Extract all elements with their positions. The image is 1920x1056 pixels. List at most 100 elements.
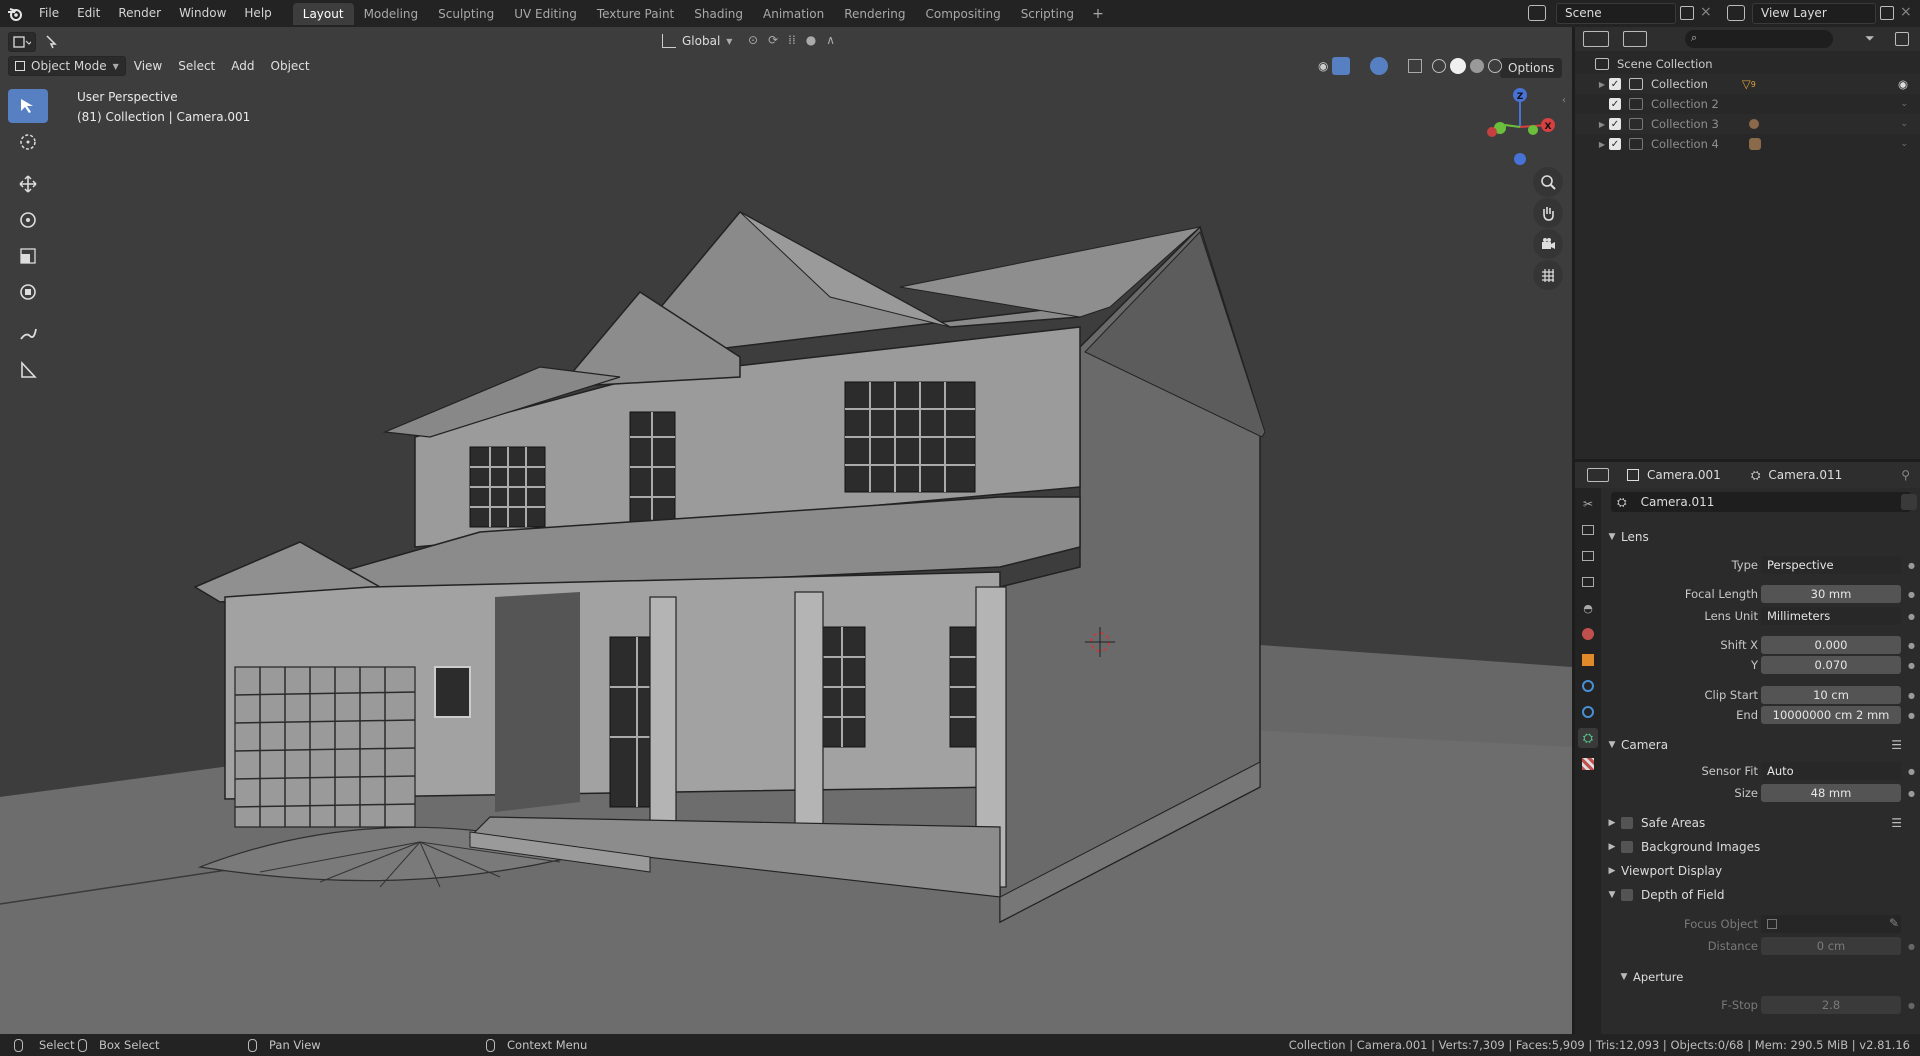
ortho-grid-icon[interactable] <box>1533 260 1563 290</box>
render-tab-icon[interactable] <box>1578 520 1598 540</box>
menu-render[interactable]: Render <box>109 0 170 27</box>
mode-selector[interactable]: Object Mode ▼ <box>8 56 126 76</box>
view-layer-selector[interactable]: View Layer <box>1752 3 1876 24</box>
gizmo-toggle-icon[interactable] <box>1332 57 1351 75</box>
solid-shading-icon[interactable] <box>1450 58 1467 74</box>
visibility-icon[interactable]: ◉ <box>1318 59 1328 73</box>
tab-scripting[interactable]: Scripting <box>1011 3 1084 25</box>
distance-field[interactable]: 0 cm <box>1761 937 1901 955</box>
pivot-snap-tools[interactable]: ⊙ ⟳ ⁞⁞ ● ∧ <box>748 33 835 47</box>
pivot-point-icon[interactable]: ⊙ <box>748 33 758 47</box>
new-collection-icon[interactable] <box>1895 32 1909 46</box>
camera-data-tab-icon[interactable]: ⛭ <box>1578 728 1598 748</box>
pin-icon[interactable]: ⚲ <box>1901 468 1910 482</box>
tab-compositing[interactable]: Compositing <box>915 3 1010 25</box>
outliner-search-input[interactable]: ⌕ <box>1685 30 1833 48</box>
overlay-toggle-icon[interactable] <box>1370 57 1389 75</box>
view-layer-tab-icon[interactable] <box>1578 572 1598 592</box>
falloff-icon[interactable]: ∧ <box>826 33 835 47</box>
presets-list-icon[interactable]: ☰ <box>1891 738 1902 752</box>
keyframe-dot-icon[interactable]: ● <box>1908 641 1915 650</box>
scene-tab-icon[interactable]: ◓ <box>1578 598 1598 618</box>
scene-icon[interactable] <box>1528 5 1546 21</box>
snap-icon[interactable]: ⟳ <box>768 33 778 47</box>
outliner-row[interactable]: ▶ ✓ Collection ▽ 9 ◉ <box>1575 74 1920 94</box>
keyframe-dot-icon[interactable]: ● <box>1908 590 1915 599</box>
sensor-fit-dropdown[interactable]: Auto <box>1761 762 1901 780</box>
focal-length-field[interactable]: 30 mm <box>1761 585 1901 603</box>
material-shading-icon[interactable] <box>1470 59 1485 73</box>
keyframe-dot-icon[interactable]: ● <box>1908 942 1915 951</box>
tab-layout[interactable]: Layout <box>292 2 354 25</box>
scene-collection-row[interactable]: Scene Collection <box>1575 54 1920 74</box>
3d-viewport[interactable]: Global ▼ ⊙ ⟳ ⁞⁞ ● ∧ Options Object Mode … <box>0 27 1572 1034</box>
expand-arrow-icon[interactable]: ▶ <box>1595 80 1609 89</box>
object-tab-icon[interactable] <box>1578 650 1598 670</box>
menu-object[interactable]: Object <box>263 59 318 73</box>
cursor-tool-icon[interactable] <box>42 33 64 51</box>
xray-icon[interactable] <box>1408 59 1423 73</box>
filter-icon[interactable]: ⏷ <box>1865 31 1875 46</box>
modifier-tab-icon[interactable] <box>1578 676 1598 696</box>
properties-editor-icon[interactable] <box>1587 468 1609 482</box>
tab-animation[interactable]: Animation <box>753 3 834 25</box>
move-tool[interactable] <box>8 167 48 201</box>
eye-icon[interactable]: ◉ <box>1898 77 1908 91</box>
add-workspace-button[interactable]: + <box>1084 6 1112 22</box>
menu-view[interactable]: View <box>126 59 170 73</box>
exclude-checkbox[interactable]: ✓ <box>1609 118 1621 130</box>
background-images-section-header[interactable]: ▶ Background Images <box>1603 836 1920 858</box>
measure-tool[interactable] <box>8 353 48 387</box>
editor-type-button[interactable] <box>8 32 36 52</box>
tab-modeling[interactable]: Modeling <box>354 3 429 25</box>
camera-datablock-selector[interactable]: ⛭ Camera.011 <box>1611 492 1917 512</box>
safe-areas-checkbox[interactable] <box>1621 817 1633 829</box>
menu-file[interactable]: File <box>30 0 68 27</box>
menu-edit[interactable]: Edit <box>68 0 109 27</box>
keyframe-dot-icon[interactable]: ● <box>1908 789 1915 798</box>
exclude-checkbox[interactable]: ✓ <box>1609 98 1621 110</box>
delete-scene-icon[interactable]: × <box>1700 4 1712 20</box>
scale-tool[interactable] <box>8 239 48 273</box>
outliner-row[interactable]: ✓ Collection 2 ⌄ <box>1575 94 1920 114</box>
zoom-icon[interactable] <box>1533 167 1563 197</box>
output-tab-icon[interactable] <box>1578 546 1598 566</box>
display-mode-icon[interactable] <box>1623 31 1647 47</box>
rendered-shading-icon[interactable] <box>1488 59 1503 73</box>
snap-element-icon[interactable]: ⁞⁞ <box>788 33 796 47</box>
options-dropdown[interactable]: Options <box>1500 58 1563 78</box>
cursor-tool[interactable] <box>8 125 48 159</box>
scene-selector[interactable]: Scene <box>1556 3 1676 24</box>
select-box-tool[interactable] <box>8 89 48 123</box>
focus-object-field[interactable] <box>1761 915 1901 933</box>
shift-y-field[interactable]: 0.070 <box>1761 656 1901 674</box>
eyedropper-icon[interactable]: ✎ <box>1889 916 1899 930</box>
shift-x-field[interactable]: 0.000 <box>1761 636 1901 654</box>
dof-section-header[interactable]: ▼ Depth of Field <box>1603 884 1920 906</box>
menu-select[interactable]: Select <box>170 59 223 73</box>
safe-areas-section-header[interactable]: ▶ Safe Areas ☰ <box>1603 812 1920 834</box>
tab-sculpting[interactable]: Sculpting <box>428 3 504 25</box>
exclude-checkbox[interactable]: ✓ <box>1609 78 1621 90</box>
fake-user-icon[interactable] <box>1901 494 1917 510</box>
navigation-gizmo[interactable]: Z X <box>1475 82 1565 172</box>
wireframe-shading-icon[interactable] <box>1432 59 1447 73</box>
pan-hand-icon[interactable] <box>1533 198 1563 228</box>
outliner-row[interactable]: ▶ ✓ Collection 3 ⌄ <box>1575 114 1920 134</box>
transform-orientation[interactable]: Global ▼ <box>662 31 732 51</box>
viewport-display-section-header[interactable]: ▶ Viewport Display <box>1603 860 1920 882</box>
exclude-checkbox[interactable]: ✓ <box>1609 138 1621 150</box>
delete-view-layer-icon[interactable]: × <box>1900 4 1912 20</box>
proportional-edit-icon[interactable]: ● <box>806 33 816 47</box>
background-images-checkbox[interactable] <box>1621 841 1633 853</box>
menu-help[interactable]: Help <box>235 0 280 27</box>
lens-unit-dropdown[interactable]: Millimeters <box>1761 607 1901 625</box>
texture-tab-icon[interactable] <box>1578 754 1598 774</box>
keyframe-dot-icon[interactable]: ● <box>1908 691 1915 700</box>
tool-tab-icon[interactable]: ✂ <box>1578 494 1598 514</box>
camera-view-icon[interactable] <box>1533 229 1563 259</box>
keyframe-dot-icon[interactable]: ● <box>1908 612 1915 621</box>
blender-logo-icon[interactable] <box>0 0 30 27</box>
keyframe-dot-icon[interactable]: ● <box>1908 661 1915 670</box>
sidebar-toggle-icon[interactable]: ‹ <box>1562 95 1566 106</box>
